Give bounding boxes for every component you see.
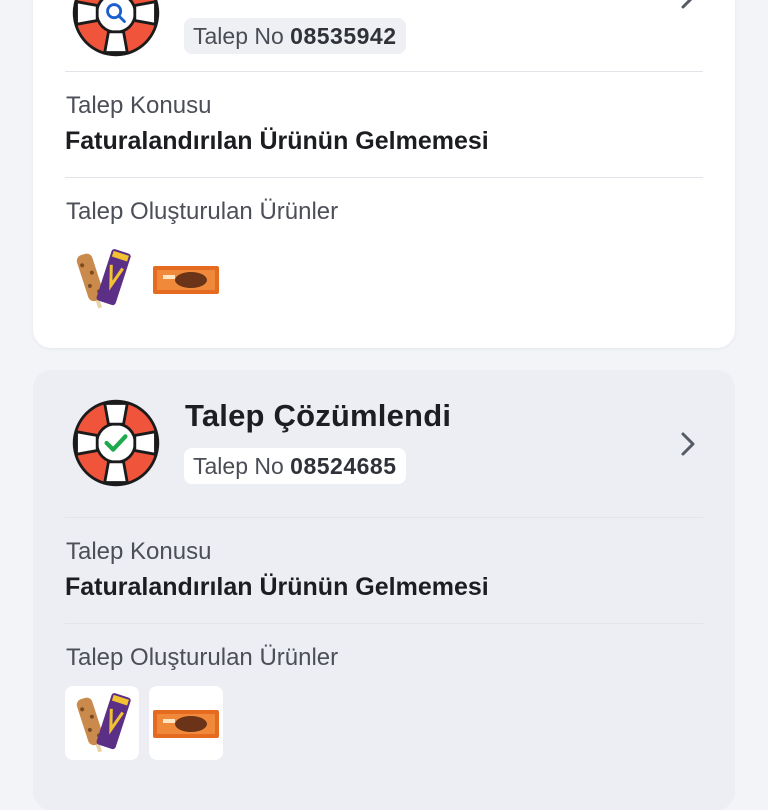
ticket-number-badge: Talep No 08524685	[184, 448, 406, 484]
products-label: Talep Oluşturulan Ürünler	[66, 198, 339, 225]
ticket-prefix: Talep No	[193, 23, 284, 49]
ice-cream-bar-image	[76, 693, 131, 753]
divider	[65, 623, 703, 624]
ticket-prefix: Talep No	[193, 453, 284, 479]
divider	[65, 517, 703, 518]
lifebuoy-check-icon	[72, 399, 160, 487]
product-thumbnail-chocolate-bar[interactable]	[149, 686, 223, 760]
product-thumbnail-ice-cream[interactable]	[65, 242, 139, 316]
ticket-number-badge: Talep No 08535942	[184, 18, 406, 54]
product-thumbnail-ice-cream[interactable]	[65, 686, 139, 760]
status-title: Talep Çözümlendi	[185, 398, 452, 433]
request-card[interactable]: Talep No 08535942 Talep Konusu Faturalan…	[33, 0, 735, 348]
ticket-number: 08535942	[290, 23, 397, 49]
chevron-right-icon[interactable]	[677, 0, 699, 12]
lifebuoy-search-icon	[72, 0, 160, 57]
subject-label: Talep Konusu	[66, 538, 212, 565]
subject-value: Faturalandırılan Ürünün Gelmemesi	[65, 127, 489, 155]
chocolate-bar-image	[153, 710, 219, 738]
divider	[65, 177, 703, 178]
subject-value: Faturalandırılan Ürünün Gelmemesi	[65, 573, 489, 601]
products-label: Talep Oluşturulan Ürünler	[66, 644, 339, 671]
subject-label: Talep Konusu	[66, 92, 212, 119]
ticket-number: 08524685	[290, 453, 397, 479]
product-thumbnail-chocolate-bar[interactable]	[149, 242, 223, 316]
chocolate-bar-image	[153, 266, 219, 294]
ice-cream-bar-image	[76, 249, 131, 309]
chevron-right-icon[interactable]	[677, 429, 699, 459]
divider	[65, 71, 703, 72]
request-card[interactable]: Talep Çözümlendi Talep No 08524685 Talep…	[33, 370, 735, 810]
